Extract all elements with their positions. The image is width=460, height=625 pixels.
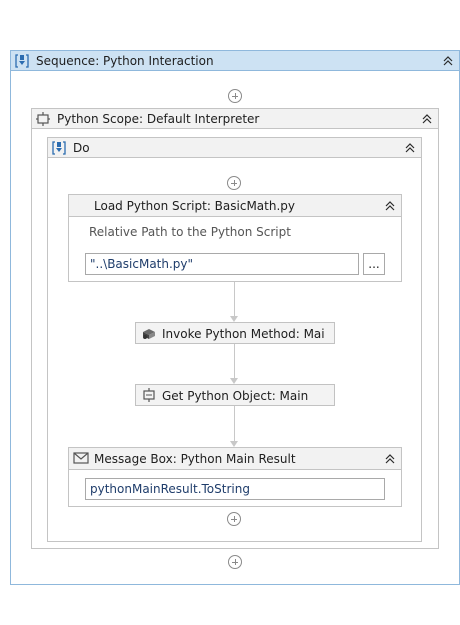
invoke-python-method-title: Invoke Python Method: Mai	[162, 327, 325, 341]
add-activity-icon[interactable]	[227, 176, 241, 190]
add-activity-top-icon[interactable]	[228, 89, 242, 103]
python-scope-title: Python Scope: Default Interpreter	[57, 112, 260, 126]
collapse-chevron-icon[interactable]	[420, 112, 434, 126]
load-python-script-title: Load Python Script: BasicMath.py	[94, 199, 295, 213]
sequence-icon	[14, 53, 30, 69]
message-text-input[interactable]: pythonMainResult.ToString	[85, 478, 385, 500]
sequence-icon	[51, 140, 67, 156]
load-python-script-header[interactable]: Load Python Script: BasicMath.py	[69, 195, 401, 217]
do-header[interactable]: Do	[48, 138, 421, 158]
sequence-header[interactable]: Sequence: Python Interaction	[11, 51, 459, 71]
load-python-script-activity[interactable]: Load Python Script: BasicMath.py Relativ…	[68, 194, 402, 282]
add-activity-icon[interactable]	[227, 512, 241, 526]
relative-path-input[interactable]: "..\BasicMath.py"	[85, 253, 359, 275]
sequence-title: Sequence: Python Interaction	[36, 54, 214, 68]
collapse-chevron-icon[interactable]	[383, 199, 397, 213]
do-title: Do	[73, 141, 90, 155]
flow-connector	[234, 406, 235, 443]
flow-connector	[234, 282, 235, 318]
python-scope-header[interactable]: Python Scope: Default Interpreter	[32, 109, 438, 129]
invoke-method-icon	[141, 326, 157, 340]
get-python-object-activity[interactable]: Get Python Object: Main	[135, 384, 335, 406]
add-activity-bottom-icon[interactable]	[228, 555, 242, 569]
message-box-title: Message Box: Python Main Result	[94, 452, 296, 466]
invoke-python-method-activity[interactable]: Invoke Python Method: Mai	[135, 322, 335, 344]
relative-path-label: Relative Path to the Python Script	[89, 225, 291, 239]
python-scope-icon	[35, 111, 51, 127]
python-object-icon	[141, 388, 157, 402]
flow-connector	[234, 344, 235, 380]
envelope-icon	[73, 452, 89, 466]
collapse-chevron-icon[interactable]	[383, 452, 397, 466]
browse-button[interactable]: ...	[363, 253, 385, 275]
collapse-chevron-icon[interactable]	[441, 54, 455, 68]
get-python-object-title: Get Python Object: Main	[162, 389, 309, 403]
message-box-header[interactable]: Message Box: Python Main Result	[69, 448, 401, 470]
collapse-chevron-icon[interactable]	[403, 141, 417, 155]
message-box-activity[interactable]: Message Box: Python Main Result pythonMa…	[68, 447, 402, 507]
